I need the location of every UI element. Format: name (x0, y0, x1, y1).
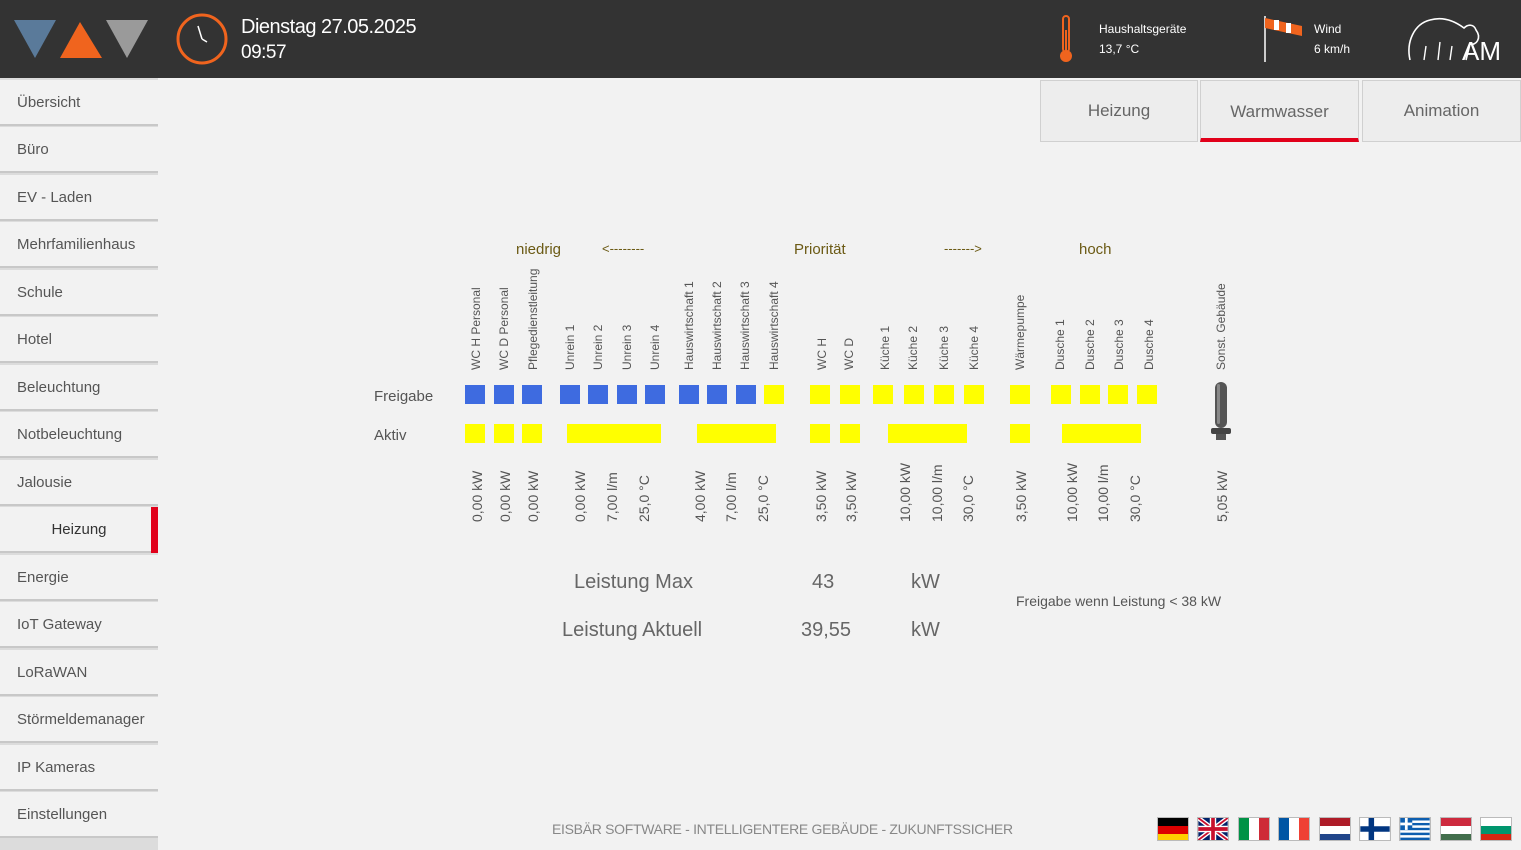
thermometer-icon (1060, 15, 1072, 62)
freigabe-indicator (522, 385, 542, 404)
priority-arrow-right: -------> (944, 241, 982, 256)
sidebar-item-heizung[interactable]: Heizung (0, 507, 158, 553)
freigabe-indicator (1108, 385, 1128, 404)
time-display: 09:57 (241, 42, 287, 63)
flag-hu-icon[interactable] (1440, 817, 1472, 841)
sidebar-item-ip-kameras[interactable]: IP Kameras (0, 745, 158, 791)
leistung-max-unit: kW (911, 571, 940, 593)
freigabe-indicator (934, 385, 954, 404)
freigabe-indicator (810, 385, 830, 404)
freigabe-indicator (707, 385, 727, 404)
leistung-aktuell-value: 39,55 (801, 619, 852, 641)
freigabe-indicator (1051, 385, 1071, 404)
polar-bear-logo-icon: AM (1408, 17, 1501, 66)
freigabe-indicator (964, 385, 984, 404)
freigabe-indicator (736, 385, 756, 404)
sidebar-item-lorawan[interactable]: LoRaWAN (0, 650, 158, 696)
aktiv-indicator (840, 424, 860, 443)
freigabe-indicator (465, 385, 485, 404)
switch-lever-icon[interactable] (1208, 380, 1234, 442)
leistung-max-value: 43 (812, 571, 835, 593)
aktiv-indicator (1062, 424, 1141, 443)
clock-icon (176, 13, 228, 65)
footer-text: EISBÄR SOFTWARE - INTELLIGENTERE GEBÄUDE… (552, 821, 1013, 837)
freigabe-indicator (560, 385, 580, 404)
top-bar: Dienstag 27.05.2025 09:57 Haushaltsgerät… (0, 0, 1521, 78)
windsock-icon (1264, 16, 1302, 62)
sidebar: Übersicht Büro EV - Laden Mehrfamilienha… (0, 78, 158, 850)
aktiv-indicator (567, 424, 661, 443)
aktiv-indicator (522, 424, 542, 443)
sidebar-item-stoermeldemanager[interactable]: Störmeldemanager (0, 697, 158, 743)
sidebar-item-ev-laden[interactable]: EV - Laden (0, 175, 158, 221)
tab-warmwasser[interactable]: Warmwasser (1200, 80, 1359, 142)
sidebar-item-beleuchtung[interactable]: Beleuchtung (0, 365, 158, 411)
freigabe-indicator (679, 385, 699, 404)
date-display: Dienstag 27.05.2025 (241, 16, 417, 38)
flag-fr-icon[interactable] (1278, 817, 1310, 841)
freigabe-note: Freigabe wenn Leistung < 38 kW (1016, 593, 1222, 609)
freigabe-indicator (617, 385, 637, 404)
priority-label: Priorität (794, 241, 846, 258)
flag-bg-icon[interactable] (1480, 817, 1512, 841)
leistung-aktuell-label: Leistung Aktuell (562, 619, 703, 641)
flag-fi-icon[interactable] (1359, 817, 1391, 841)
sidebar-item-einstellungen[interactable]: Einstellungen (0, 792, 158, 838)
flag-nl-icon[interactable] (1319, 817, 1351, 841)
brand-text: AM (1462, 36, 1501, 66)
freigabe-indicator (1137, 385, 1157, 404)
aktiv-indicator (465, 424, 485, 443)
leistung-aktuell-unit: kW (911, 619, 940, 641)
active-indicator (151, 507, 158, 553)
sidebar-item-uebersicht[interactable]: Übersicht (0, 80, 158, 126)
flag-en-icon[interactable] (1197, 817, 1229, 841)
priority-low-label: niedrig (516, 241, 562, 258)
wind-label: Wind (1314, 22, 1342, 36)
sidebar-item-jalousie[interactable]: Jalousie (0, 460, 158, 506)
freigabe-indicator (764, 385, 784, 404)
flag-gr-icon[interactable] (1399, 817, 1431, 841)
tab-heizung[interactable]: Heizung (1040, 80, 1198, 142)
freigabe-indicator (840, 385, 860, 404)
sidebar-item-buero[interactable]: Büro (0, 127, 158, 173)
freigabe-indicator (904, 385, 924, 404)
temperature-value: 13,7 °C (1099, 42, 1140, 56)
leistung-max-label: Leistung Max (574, 571, 693, 593)
freigabe-indicator (588, 385, 608, 404)
freigabe-indicator (645, 385, 665, 404)
aktiv-indicator (888, 424, 967, 443)
sidebar-item-hotel[interactable]: Hotel (0, 317, 158, 363)
flag-it-icon[interactable] (1238, 817, 1270, 841)
temperature-label: Haushaltsgeräte (1099, 22, 1187, 36)
freigabe-indicator (494, 385, 514, 404)
sidebar-item-iot-gateway[interactable]: IoT Gateway (0, 602, 158, 648)
tab-animation[interactable]: Animation (1362, 80, 1521, 142)
priority-high-label: hoch (1079, 241, 1112, 258)
sidebar-item-schule[interactable]: Schule (0, 270, 158, 316)
aktiv-indicator (494, 424, 514, 443)
sidebar-item-energie[interactable]: Energie (0, 555, 158, 601)
freigabe-indicator (873, 385, 893, 404)
freigabe-indicator (1080, 385, 1100, 404)
wind-value: 6 km/h (1314, 42, 1351, 56)
freigabe-label: Freigabe (374, 388, 434, 405)
aktiv-indicator (810, 424, 830, 443)
aktiv-indicator (697, 424, 776, 443)
freigabe-indicator (1010, 385, 1030, 404)
sidebar-item-notbeleuchtung[interactable]: Notbeleuchtung (0, 412, 158, 458)
logo-icon[interactable] (14, 18, 148, 60)
flag-de-icon[interactable] (1157, 817, 1189, 841)
priority-arrow-left: <-------- (602, 241, 645, 256)
sidebar-item-mehrfamilienhaus[interactable]: Mehrfamilienhaus (0, 222, 158, 268)
aktiv-label: Aktiv (374, 427, 407, 444)
aktiv-indicator (1010, 424, 1030, 443)
